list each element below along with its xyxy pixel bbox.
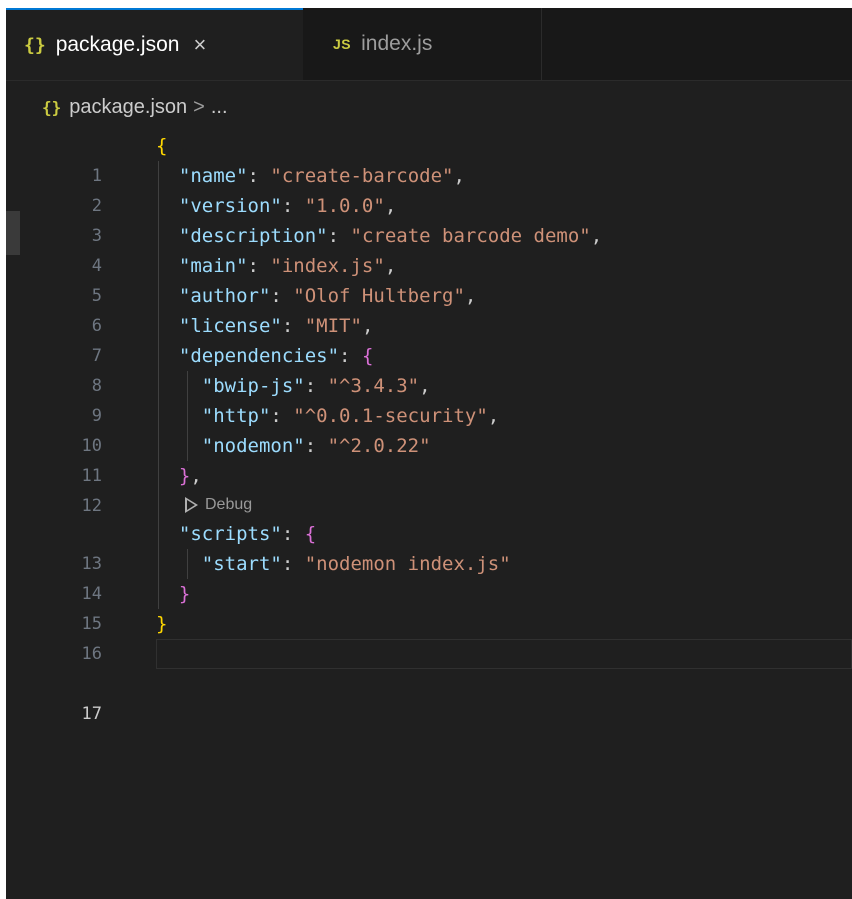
code-editor[interactable]: 1 { 2 "name": "create-barcode", 3 "versi… [6,131,852,724]
code-line: 11 "nodemon": "^2.0.22" [6,431,852,486]
json-key: "dependencies" [178,345,340,367]
json-value: "create-barcode" [270,165,454,187]
code-line-current[interactable]: 17 [6,639,852,724]
debug-label: Debug [205,496,253,513]
code-line: 13 "scripts": { [6,519,852,574]
line-number: 17 [81,704,102,724]
json-key: "bwip-js" [201,375,305,397]
json-value: "^3.4.3" [327,375,420,397]
play-icon [185,497,198,513]
editor-window: {} package.json × JS index.js {} package… [6,8,852,899]
json-file-icon: {} [42,97,62,117]
open-brace: { [304,523,317,545]
code-line: 2 "name": "create-barcode", [6,161,852,216]
json-value: "1.0.0" [304,195,385,217]
code-line: 1 { [6,131,852,186]
json-key: "author" [178,285,271,307]
json-key: "license" [178,315,282,337]
json-value: "^2.0.22" [327,435,431,457]
json-value: "create barcode demo" [350,225,591,247]
current-line-highlight [156,639,852,669]
tab-package-json[interactable]: {} package.json × [6,8,303,80]
open-brace: { [156,135,168,157]
debug-codelens-button[interactable]: Debug [185,491,253,519]
json-key: "description" [178,225,328,247]
js-file-icon: JS [333,36,352,52]
indent-guide [158,491,159,519]
tab-label: index.js [361,32,433,55]
code-line: 15 } [6,579,852,634]
json-value: "^0.0.1-security" [293,405,488,427]
open-brace: { [361,345,374,367]
chevron-right-icon: > [193,95,205,118]
close-icon[interactable]: × [193,32,206,58]
code-line: 6 "author": "Olof Hultberg", [6,281,852,336]
json-value: "index.js" [270,255,385,277]
close-brace: } [178,465,191,487]
json-key: "name" [178,165,248,187]
json-key: "http" [201,405,271,427]
code-line: 14 "start": "nodemon index.js" [6,549,852,604]
code-line: 16 } [6,609,852,664]
json-value: "MIT" [304,315,362,337]
breadcrumb: {} package.json > ... [42,92,228,122]
json-file-icon: {} [24,34,46,56]
code-line: 3 "version": "1.0.0", [6,191,852,246]
code-line: 9 "bwip-js": "^3.4.3", [6,371,852,426]
tab-label: package.json [55,33,180,56]
json-key: "start" [201,553,282,575]
json-key: "version" [178,195,282,217]
code-line: 7 "license": "MIT", [6,311,852,366]
json-key: "scripts" [178,523,282,545]
breadcrumb-item-file[interactable]: package.json [69,96,187,119]
json-value: "Olof Hultberg" [293,285,465,307]
tab-bar: {} package.json × JS index.js [6,8,852,81]
tab-index-js[interactable]: JS index.js [303,8,542,80]
json-value: "nodemon index.js" [304,553,511,575]
json-key: "main" [178,255,248,277]
json-key: "nodemon" [201,435,305,457]
code-line: 12 }, [6,461,852,516]
breadcrumb-item-symbols[interactable]: ... [211,96,228,119]
code-line: 5 "main": "index.js", [6,251,852,306]
close-brace: } [178,583,191,605]
code-line: 8 "dependencies": { [6,341,852,396]
code-line: 10 "http": "^0.0.1-security", [6,401,852,456]
close-brace: } [156,613,168,635]
codelens-debug: Debug [6,491,852,519]
code-line: 4 "description": "create barcode demo", [6,221,852,276]
